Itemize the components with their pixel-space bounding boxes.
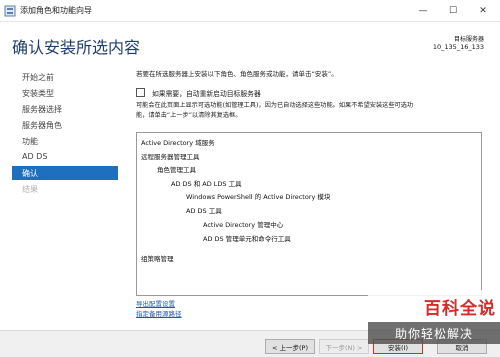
- intro-text: 若要在所选服务器上安装以下角色、角色服务或功能，请单击“安装”。: [136, 70, 338, 78]
- page-title: 确认安装所选内容: [12, 38, 141, 57]
- watermark: 百科全说 助你轻松解决: [368, 290, 500, 357]
- nav-item-server-roles[interactable]: 服务器角色: [22, 120, 62, 132]
- previous-button[interactable]: < 上一步(P): [265, 339, 315, 354]
- feature-item: AD DS 工具: [186, 207, 222, 215]
- wizard-header: 确认安装所选内容 目标服务器 10_135_16_133: [0, 22, 500, 64]
- nav-item-installation-type[interactable]: 安装类型: [22, 88, 54, 100]
- restart-checkbox[interactable]: [136, 88, 145, 97]
- server-manager-icon: [4, 5, 16, 17]
- optional-features-note: 可能会在此页面上显示可选功能(如管理工具)，因为已自动选择这些功能。如果不希望安…: [136, 102, 414, 109]
- feature-item: AD DS 和 AD LDS 工具: [171, 180, 242, 188]
- feature-item: AD DS 管理单元和命令行工具: [203, 235, 291, 243]
- restart-checkbox-label[interactable]: 如果需要，自动重新启动目标服务器: [152, 88, 261, 98]
- maximize-button[interactable]: ☐: [438, 0, 468, 22]
- watermark-brand: 百科全说: [368, 290, 500, 322]
- nav-item-features[interactable]: 功能: [22, 136, 38, 148]
- nav-item-confirmation[interactable]: 确认: [12, 166, 118, 180]
- next-button: 下一步(N) >: [319, 339, 369, 354]
- window-titlebar: 添加角色和功能向导 — ☐ ✕: [0, 0, 500, 22]
- export-config-link[interactable]: 导出配置设置: [136, 298, 175, 308]
- nav-item-results: 结果: [22, 185, 38, 194]
- destination-server-label: 目标服务器: [453, 36, 484, 43]
- destination-server-name: 10_135_16_133: [432, 43, 484, 51]
- wizard-nav: 开始之前 安装类型 服务器选择 服务器角色 功能 AD DS 确认 结果: [0, 66, 118, 326]
- nav-item-ad-ds[interactable]: AD DS: [22, 152, 47, 164]
- alternate-source-link[interactable]: 指定备用源路径: [136, 308, 182, 318]
- optional-features-note-cont: 能，请单击“上一步”以清除其复选框。: [136, 112, 242, 119]
- nav-item-before-you-begin[interactable]: 开始之前: [22, 72, 54, 84]
- watermark-tagline-text: 助你轻松解决: [394, 326, 473, 341]
- feature-item: Active Directory 域服务: [141, 139, 215, 147]
- feature-item: Windows PowerShell 的 Active Directory 模块: [186, 193, 331, 201]
- selected-features-list[interactable]: Active Directory 域服务 远程服务器管理工具 角色管理工具 AD…: [136, 132, 482, 296]
- window-title: 添加角色和功能向导: [20, 6, 92, 15]
- feature-item: 角色管理工具: [157, 166, 196, 174]
- feature-item: 远程服务器管理工具: [141, 153, 200, 161]
- feature-item: Active Directory 管理中心: [203, 221, 284, 229]
- watermark-tagline: 助你轻松解决: [368, 322, 500, 344]
- feature-item: 组策略管理: [141, 255, 174, 263]
- close-button[interactable]: ✕: [468, 0, 498, 22]
- nav-item-server-selection[interactable]: 服务器选择: [22, 104, 62, 116]
- watermark-brand-text: 百科全说: [424, 298, 496, 319]
- minimize-button[interactable]: —: [408, 0, 438, 22]
